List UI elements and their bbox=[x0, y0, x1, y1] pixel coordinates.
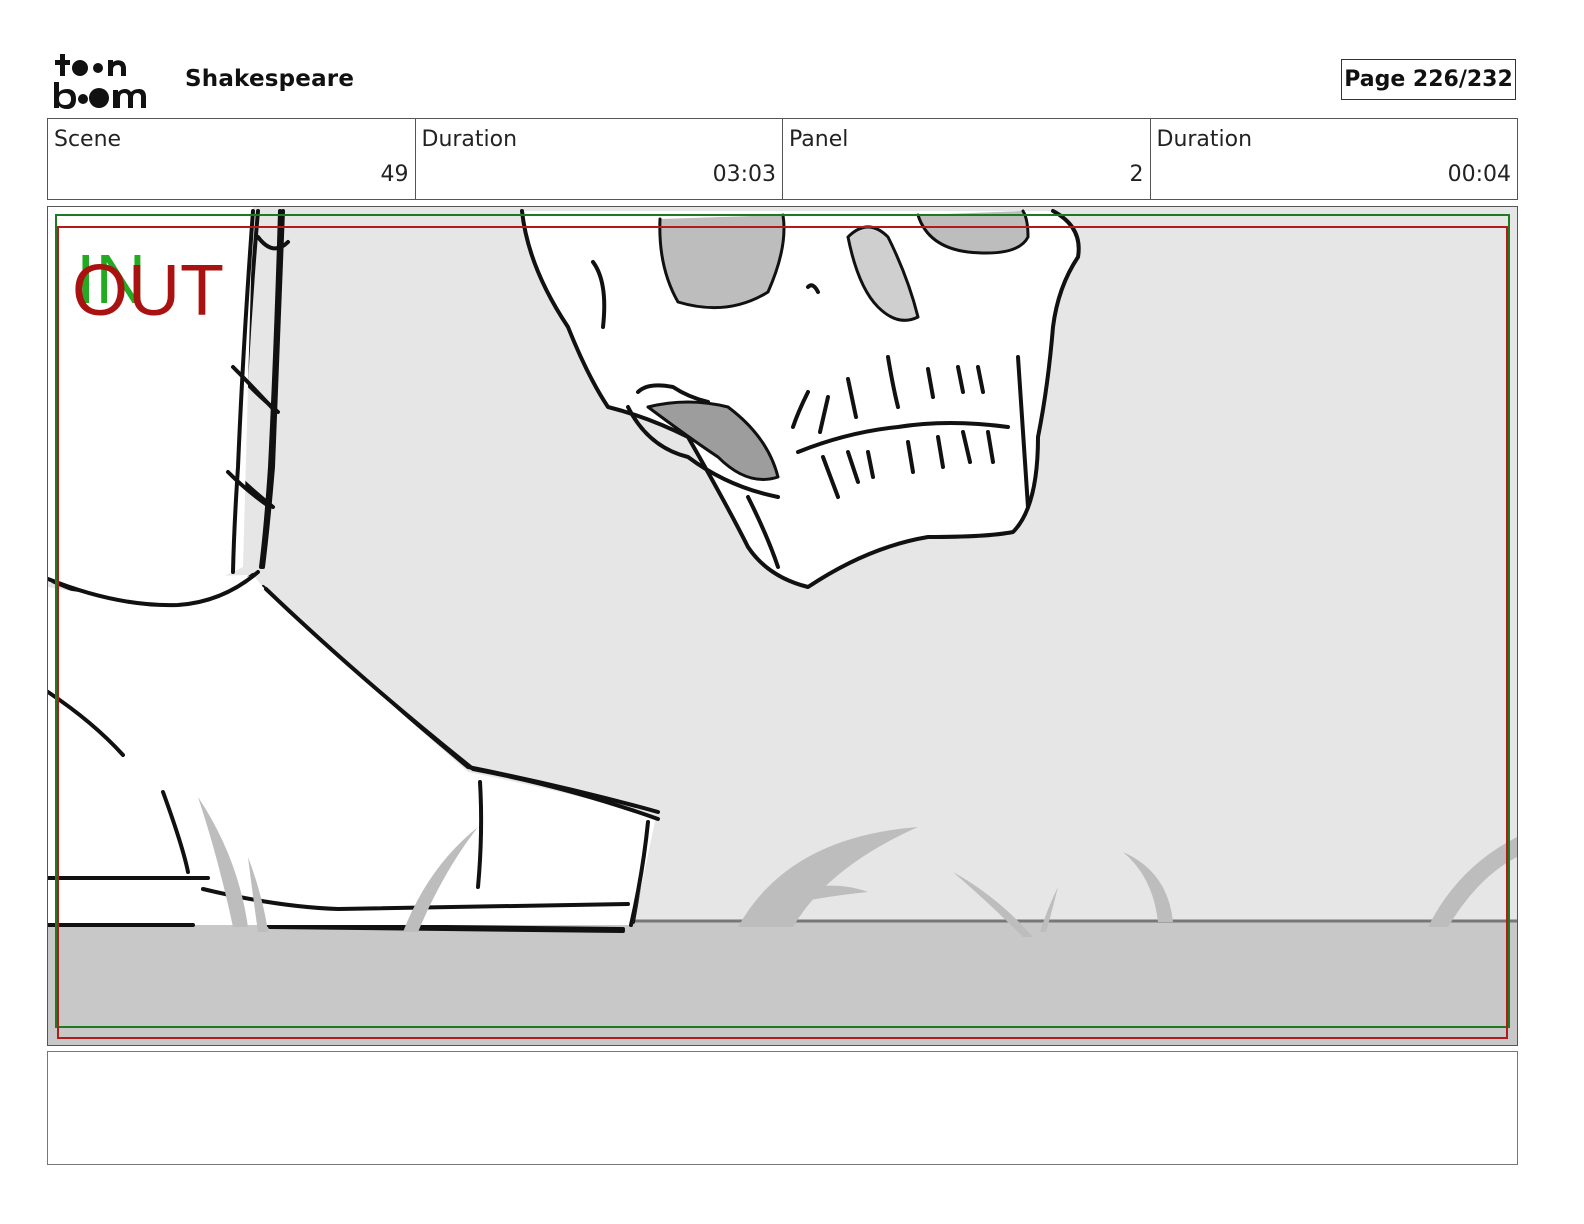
panel-duration-cell: Duration 00:04 bbox=[1151, 119, 1518, 199]
page-number: Page 226/232 bbox=[1341, 59, 1516, 100]
project-title: Shakespeare bbox=[185, 66, 355, 92]
scene-cell: Scene 49 bbox=[48, 119, 416, 199]
panel-value: 2 bbox=[1129, 162, 1144, 187]
out-marker: OUT bbox=[72, 251, 224, 331]
panel-notes bbox=[47, 1051, 1518, 1165]
panel-cell: Panel 2 bbox=[783, 119, 1151, 199]
panel-duration-value: 00:04 bbox=[1447, 162, 1511, 187]
panel-duration-label: Duration bbox=[1156, 127, 1253, 152]
scene-duration-value: 03:03 bbox=[712, 162, 776, 187]
scene-duration-label: Duration bbox=[421, 127, 518, 152]
scene-value: 49 bbox=[380, 162, 409, 187]
scene-duration-cell: Duration 03:03 bbox=[416, 119, 783, 199]
panel-info-table: Scene 49 Duration 03:03 Panel 2 Duration… bbox=[47, 118, 1518, 200]
toon-boom-logo bbox=[54, 54, 146, 109]
panel-label: Panel bbox=[789, 127, 849, 152]
scene-label: Scene bbox=[54, 127, 122, 152]
storyboard-panel: IN OUT bbox=[47, 206, 1518, 1046]
panel-drawing: IN OUT bbox=[48, 207, 1517, 1045]
